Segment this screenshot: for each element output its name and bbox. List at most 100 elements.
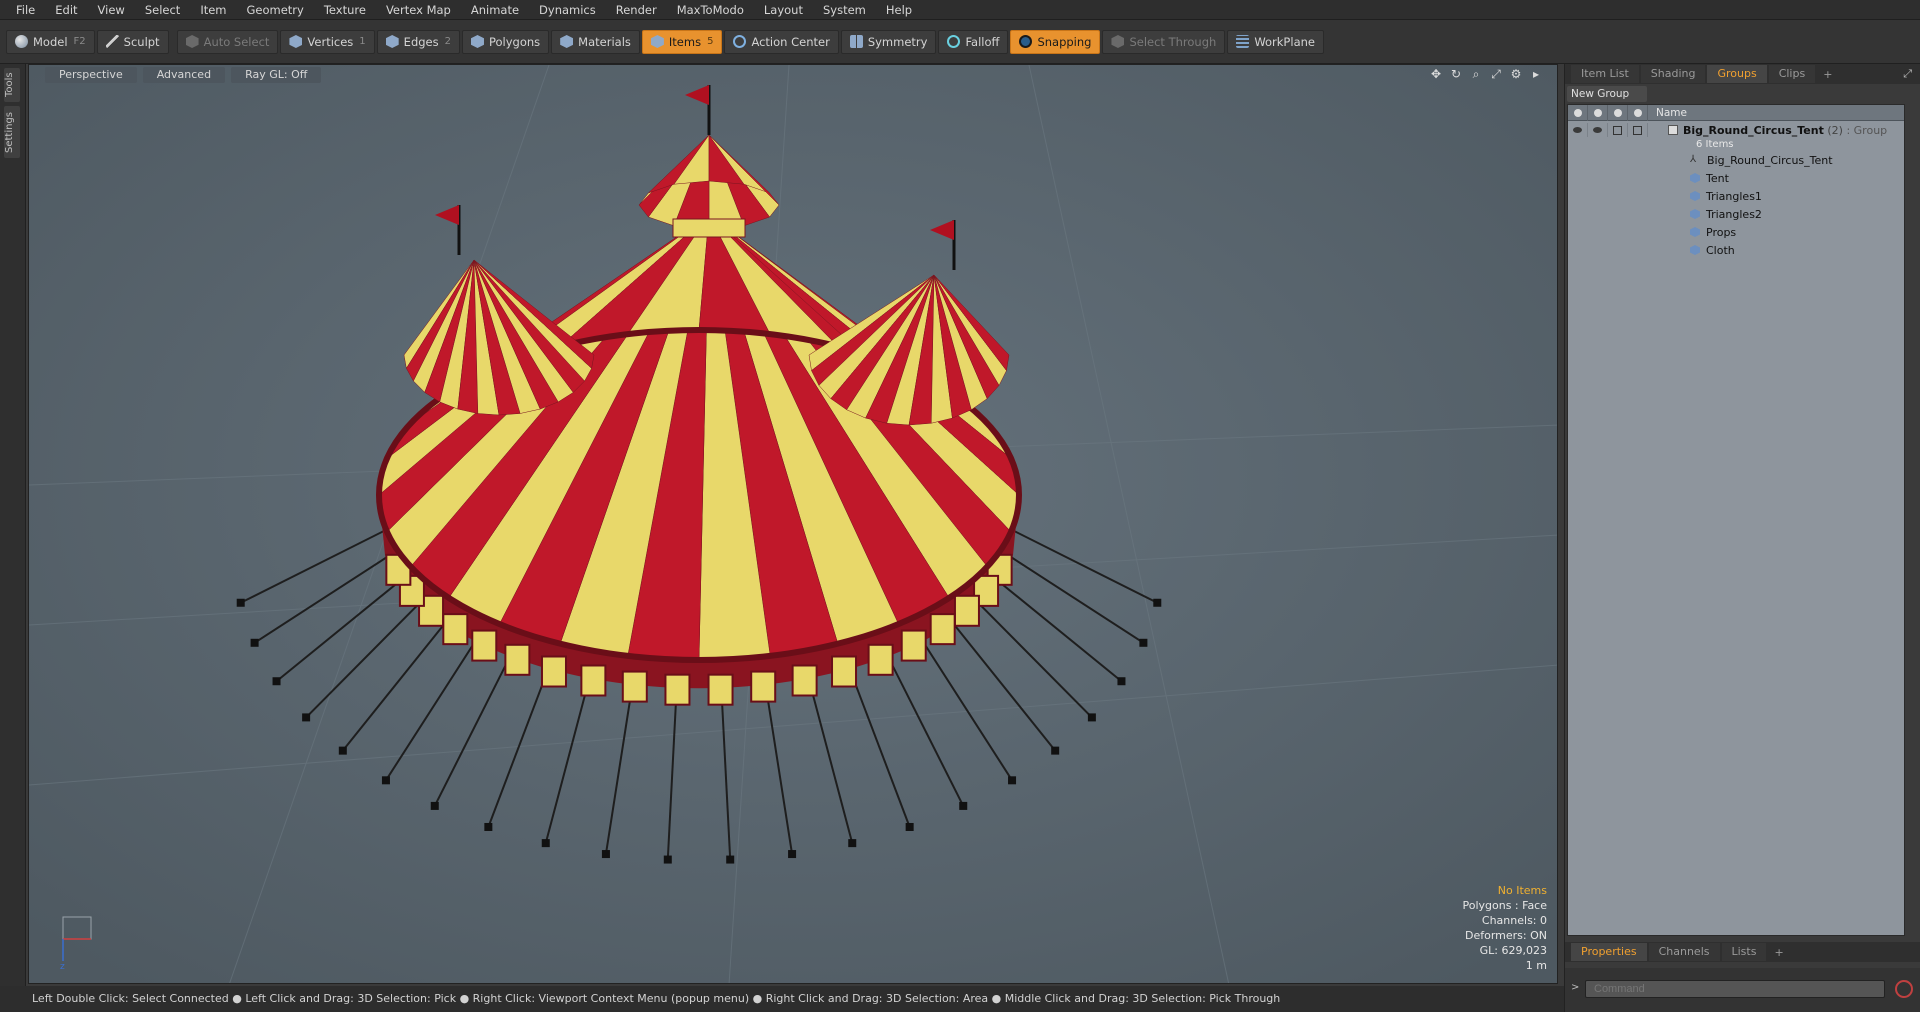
tree-row-group[interactable]: Big_Round_Circus_Tent (2) : Group [1568,123,1904,137]
menu-item[interactable]: Item [190,0,236,20]
tree-row-triangles2[interactable]: Triangles2 [1568,205,1904,223]
lock-column-icon[interactable] [1608,104,1628,121]
tree-row-cloth[interactable]: Cloth [1568,241,1904,259]
wall-panel [540,655,567,688]
3d-viewport[interactable]: Perspective Advanced Ray GL: Off ✥ ↻ ⌕ ⤢… [28,64,1558,984]
select-column-icon[interactable] [1628,104,1648,121]
tent-stake [1117,677,1126,686]
tab-channels[interactable]: Channels [1648,943,1720,961]
vertices-button[interactable]: Vertices 1 [280,29,375,54]
mesh-icon [1690,173,1700,183]
workplane-button[interactable]: WorkPlane [1227,29,1324,54]
visibility-column-icon[interactable] [1568,104,1588,121]
viewport-scene[interactable] [29,65,1558,984]
viewport-info-overlay: No Items Polygons : Face Channels: 0 Def… [1462,883,1547,973]
raygl-toggle[interactable]: Ray GL: Off [231,67,322,83]
tab-clips[interactable]: Clips [1768,65,1816,83]
name-column-header[interactable]: Name [1648,107,1687,119]
view-advanced-tab[interactable]: Advanced [142,67,226,83]
select-checkbox[interactable] [1633,125,1642,135]
wall-panel [929,613,956,646]
polygons-button[interactable]: Polygons [461,29,550,54]
wall-panel [580,664,607,697]
chevron-right-icon[interactable]: ▸ [1529,67,1543,81]
add-tab-icon[interactable]: + [1768,946,1789,959]
polygons-label: Polygons [488,34,541,49]
select-through-button[interactable]: Select Through [1102,29,1226,54]
snapping-button[interactable]: Snapping [1010,29,1101,54]
tree-row-locator[interactable]: ⅄ Big_Round_Circus_Tent [1568,151,1904,169]
auto-select-button[interactable]: Auto Select [176,29,279,54]
menu-select[interactable]: Select [135,0,190,20]
pan-icon[interactable]: ✥ [1429,67,1443,81]
tab-item-list[interactable]: Item List [1571,65,1639,83]
settings-tab[interactable]: Settings [4,106,20,158]
lock-checkbox[interactable] [1613,125,1622,135]
tree-row-props[interactable]: Props [1568,223,1904,241]
edges-button[interactable]: Edges 2 [376,29,460,54]
render-column-icon[interactable] [1588,104,1608,121]
render-eye-icon[interactable] [1593,127,1602,133]
menu-view[interactable]: View [88,0,135,20]
menu-dynamics[interactable]: Dynamics [529,0,606,20]
vertices-hotkey: 1 [359,36,366,47]
symmetry-icon [849,35,863,48]
sculpt-mode-button[interactable]: Sculpt [96,29,169,54]
command-input[interactable] [1585,980,1885,998]
menu-file[interactable]: File [6,0,45,20]
command-bar: > [1565,968,1920,1012]
items-button[interactable]: Items 5 [641,29,723,54]
menu-edit[interactable]: Edit [45,0,87,20]
menu-animate[interactable]: Animate [461,0,529,20]
tools-tab[interactable]: Tools [4,68,20,102]
falloff-button[interactable]: Falloff [938,29,1009,54]
workplane-label: WorkPlane [1254,34,1315,49]
menu-texture[interactable]: Texture [314,0,376,20]
menu-vertex-map[interactable]: Vertex Map [376,0,461,20]
snapping-label: Snapping [1037,34,1092,49]
vertices-label: Vertices [307,34,354,49]
wall-panel [831,655,858,688]
fit-icon[interactable]: ⤢ [1489,67,1503,81]
menu-help[interactable]: Help [876,0,922,20]
menu-maxtomodo[interactable]: MaxToModo [667,0,754,20]
maximize-icon[interactable]: ⤢ [1903,67,1912,81]
tab-shading[interactable]: Shading [1640,65,1706,83]
selection-info: No Items [1497,884,1547,897]
action-center-button[interactable]: Action Center [724,29,839,54]
view-perspective-tab[interactable]: Perspective [45,67,137,83]
panel-tabs: Item List Shading Groups Clips + [1565,64,1920,84]
symmetry-button[interactable]: Symmetry [840,29,937,54]
material-icon [560,35,574,48]
auto-select-label: Auto Select [203,34,270,49]
eye-icon[interactable] [1573,127,1582,133]
new-group-button[interactable]: New Group [1567,86,1647,102]
viewport-header: Perspective Advanced Ray GL: Off [29,65,1557,85]
menu-system[interactable]: System [813,0,876,20]
tree-row-tent[interactable]: Tent [1568,169,1904,187]
tent-stake [430,801,439,810]
model-mode-button[interactable]: Model F2 [6,29,95,54]
add-tab-icon[interactable]: + [1817,68,1838,81]
zoom-icon[interactable]: ⌕ [1469,67,1483,81]
tent-stake [302,713,311,722]
group-name: Big_Round_Circus_Tent [1683,123,1824,137]
falloff-label: Falloff [965,34,1000,49]
materials-button[interactable]: Materials [551,29,640,54]
tab-properties[interactable]: Properties [1571,943,1647,961]
menu-layout[interactable]: Layout [754,0,813,20]
model-label: Model [33,34,68,49]
menu-geometry[interactable]: Geometry [237,0,314,20]
rotate-icon[interactable]: ↻ [1449,67,1463,81]
tree-row-triangles1[interactable]: Triangles1 [1568,187,1904,205]
tab-lists[interactable]: Lists [1721,943,1767,961]
command-history-icon[interactable] [1895,980,1913,998]
wall-panel [621,670,648,703]
wall-panel [953,594,980,627]
tent-stake [541,839,550,848]
menu-render[interactable]: Render [606,0,667,20]
bottom-panel-tabs: Properties Channels Lists + [1565,942,1920,962]
gl-info: GL: 629,023 [1479,944,1547,957]
tab-groups[interactable]: Groups [1707,65,1767,83]
gear-icon[interactable]: ⚙ [1509,67,1523,81]
